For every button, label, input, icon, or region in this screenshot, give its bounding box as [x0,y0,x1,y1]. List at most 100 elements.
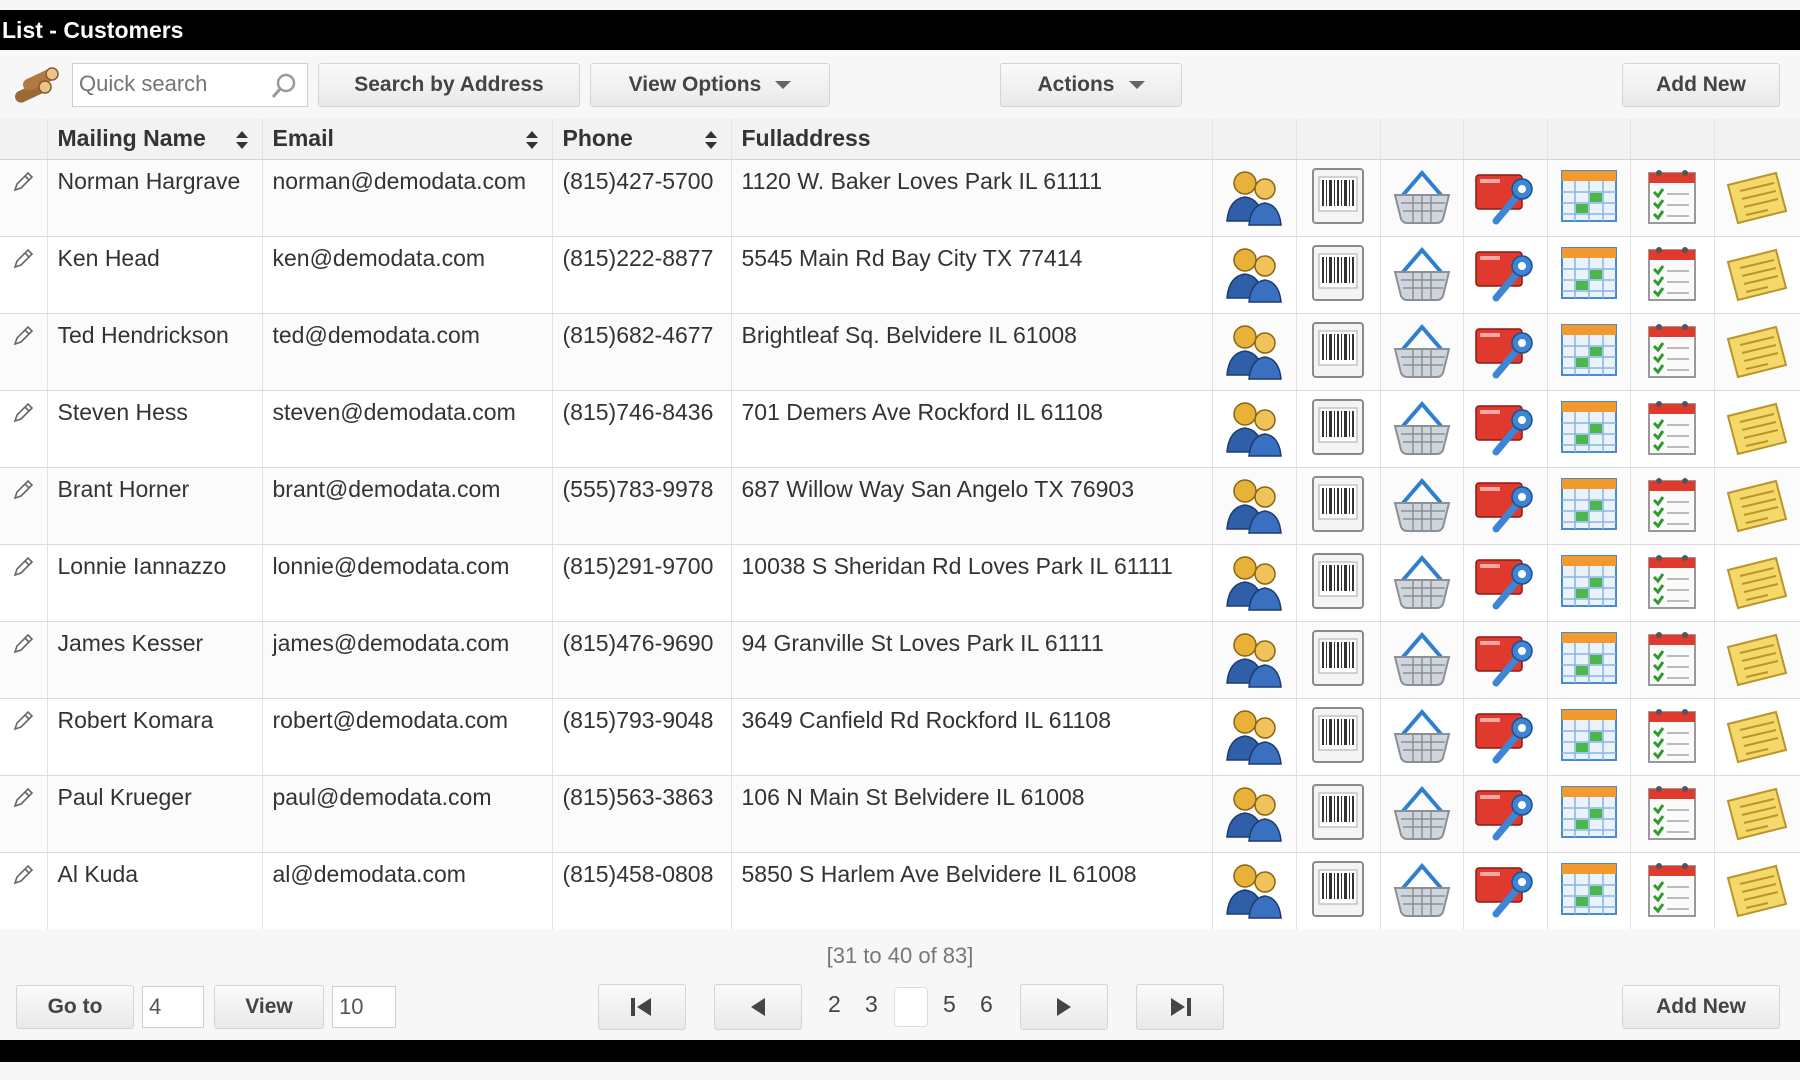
table-row[interactable]: Robert Komara robert@demodata.com (815)793… [0,698,1800,776]
page-link-6[interactable]: 6 [980,991,993,1018]
table-row[interactable]: James Kesser james@demodata.com (815)476-9… [0,621,1800,699]
row-action-cell[interactable] [1630,467,1715,545]
barcode-icon[interactable] [1305,629,1371,694]
notes-icon[interactable] [1724,710,1790,771]
previous-page-button[interactable] [714,984,802,1030]
notes-icon[interactable] [1724,325,1790,386]
view-options-button[interactable]: View Options [590,63,830,107]
row-action-cell[interactable] [1212,544,1297,622]
schedule-icon[interactable] [1556,785,1622,848]
tools-icon[interactable] [1472,635,1538,694]
sort-icon[interactable] [704,131,717,149]
actions-button[interactable]: Actions [1000,63,1182,107]
row-action-cell[interactable] [1630,544,1715,622]
row-action-cell[interactable] [1547,159,1631,237]
row-action-cell[interactable] [1630,390,1715,468]
table-row[interactable]: Brant Horner brant@demodata.com (555)783-9… [0,467,1800,545]
edit-cell[interactable] [0,390,48,468]
row-action-cell[interactable] [1630,698,1715,776]
edit-cell[interactable] [0,313,48,391]
tools-icon[interactable] [1472,789,1538,848]
basket-icon[interactable] [1389,169,1455,232]
row-action-cell[interactable] [1296,852,1381,930]
checklist-icon[interactable] [1639,246,1705,309]
basket-icon[interactable] [1389,785,1455,848]
contacts-icon[interactable] [1221,324,1287,386]
basket-icon[interactable] [1389,477,1455,540]
row-action-cell[interactable] [1463,467,1548,545]
table-row[interactable]: Lonnie Iannazzo lonnie@demodata.com (815)2… [0,544,1800,622]
row-action-cell[interactable] [1212,698,1297,776]
notes-icon[interactable] [1724,787,1790,848]
row-action-cell[interactable] [1380,236,1464,314]
header-email[interactable]: Email [262,119,553,160]
row-action-cell[interactable] [1296,544,1381,622]
row-action-cell[interactable] [1547,852,1631,930]
tools-icon[interactable] [1472,404,1538,463]
basket-icon[interactable] [1389,862,1455,925]
barcode-icon[interactable] [1305,167,1371,232]
add-new-button-bottom[interactable]: Add New [1622,985,1780,1029]
contacts-icon[interactable] [1221,709,1287,771]
table-row[interactable]: Al Kuda al@demodata.com (815)458-0808 5850 … [0,852,1800,930]
schedule-icon[interactable] [1556,708,1622,771]
view-button[interactable]: View [214,985,324,1029]
contacts-icon[interactable] [1221,401,1287,463]
page-link-5[interactable]: 5 [943,991,956,1018]
contacts-icon[interactable] [1221,247,1287,309]
barcode-icon[interactable] [1305,321,1371,386]
contacts-icon[interactable] [1221,170,1287,232]
quick-search-box[interactable] [72,63,308,107]
notes-icon[interactable] [1724,171,1790,232]
last-page-button[interactable] [1136,984,1224,1030]
row-action-cell[interactable] [1463,236,1548,314]
tools-icon[interactable] [1472,327,1538,386]
notes-icon[interactable] [1724,248,1790,309]
row-action-cell[interactable] [1714,159,1800,237]
tools-icon[interactable] [1472,712,1538,771]
schedule-icon[interactable] [1556,169,1622,232]
contacts-icon[interactable] [1221,478,1287,540]
edit-cell[interactable] [0,621,48,699]
go-to-button[interactable]: Go to [16,985,134,1029]
row-action-cell[interactable] [1547,313,1631,391]
row-action-cell[interactable] [1630,775,1715,853]
edit-pencil-icon[interactable] [11,402,35,430]
schedule-icon[interactable] [1556,862,1622,925]
sort-icon[interactable] [235,131,248,149]
row-action-cell[interactable] [1380,698,1464,776]
row-action-cell[interactable] [1380,390,1464,468]
add-new-button-top[interactable]: Add New [1622,63,1780,107]
barcode-icon[interactable] [1305,244,1371,309]
row-action-cell[interactable] [1296,313,1381,391]
row-action-cell[interactable] [1714,236,1800,314]
row-action-cell[interactable] [1296,775,1381,853]
row-action-cell[interactable] [1296,621,1381,699]
header-fulladdress[interactable]: Fulladdress [731,119,1213,160]
row-action-cell[interactable] [1463,544,1548,622]
row-action-cell[interactable] [1380,467,1464,545]
basket-icon[interactable] [1389,400,1455,463]
edit-pencil-icon[interactable] [11,325,35,353]
notes-icon[interactable] [1724,864,1790,925]
tools-icon[interactable] [1472,866,1538,925]
sort-icon[interactable] [525,131,538,149]
basket-icon[interactable] [1389,554,1455,617]
basket-icon[interactable] [1389,631,1455,694]
row-action-cell[interactable] [1463,852,1548,930]
row-action-cell[interactable] [1296,698,1381,776]
row-action-cell[interactable] [1380,313,1464,391]
next-page-button[interactable] [1020,984,1108,1030]
row-action-cell[interactable] [1296,467,1381,545]
edit-cell[interactable] [0,236,48,314]
edit-cell[interactable] [0,159,48,237]
row-action-cell[interactable] [1547,544,1631,622]
row-action-cell[interactable] [1714,621,1800,699]
checklist-icon[interactable] [1639,400,1705,463]
table-row[interactable]: Ted Hendrickson ted@demodata.com (815)682-… [0,313,1800,391]
checklist-icon[interactable] [1639,169,1705,232]
edit-pencil-icon[interactable] [11,479,35,507]
row-action-cell[interactable] [1547,390,1631,468]
row-action-cell[interactable] [1630,236,1715,314]
row-action-cell[interactable] [1463,621,1548,699]
